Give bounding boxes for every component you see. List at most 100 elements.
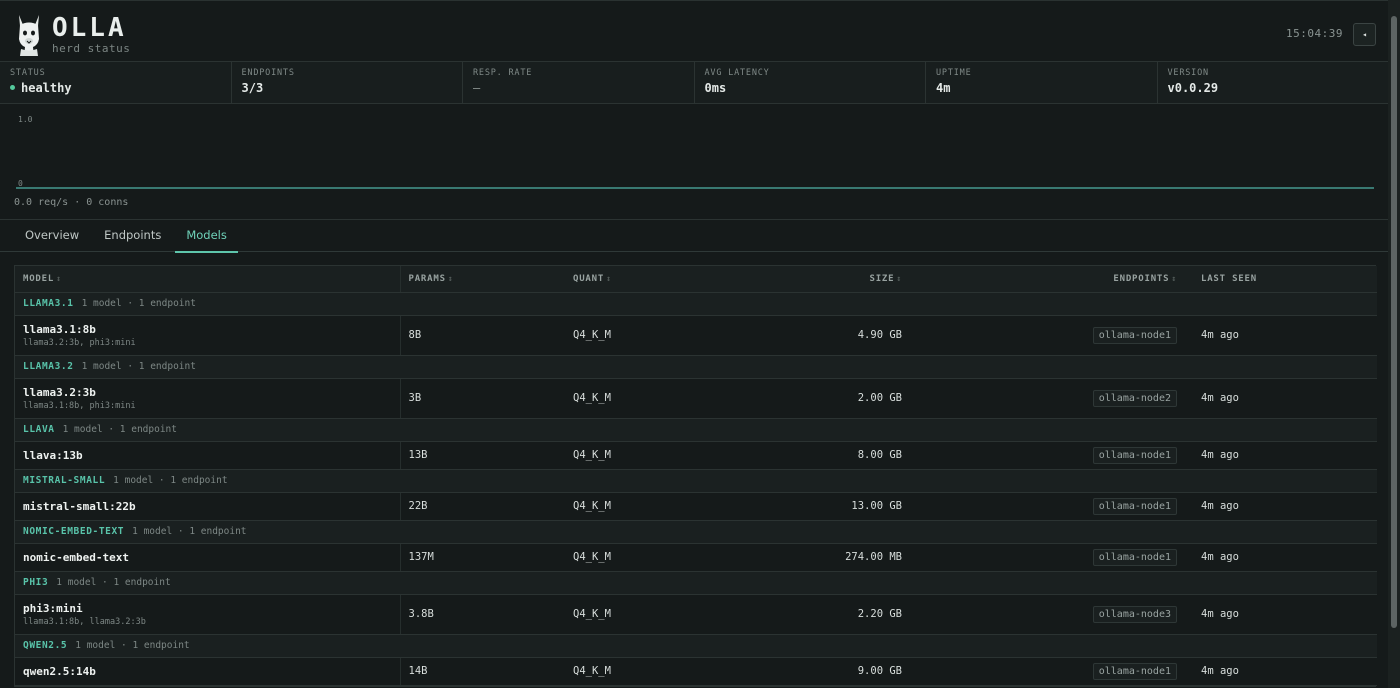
vertical-scrollbar[interactable]: [1388, 0, 1400, 688]
column-header-params[interactable]: PARAMS ↕: [400, 266, 565, 293]
stats-bar: STATUS healthy ENDPOINTS 3/3 RESP. RATE …: [0, 62, 1388, 104]
app-title: OLLA: [52, 13, 127, 43]
brand: OLLA herd status: [52, 13, 130, 55]
stat-value: v0.0.29: [1167, 81, 1219, 95]
endpoints-cell: ollama-node1: [910, 315, 1185, 356]
size-cell: 9.00 GB: [765, 657, 910, 686]
last-seen-cell: 4m ago: [1185, 441, 1377, 470]
column-header-model[interactable]: MODEL ↕: [15, 266, 401, 293]
endpoints-cell: ollama-node1: [910, 657, 1185, 686]
column-header-size[interactable]: SIZE ↕: [765, 266, 910, 293]
model-group-row[interactable]: PHI3 1 model · 1 endpoint: [15, 571, 1377, 595]
collapse-button[interactable]: ◂: [1353, 23, 1376, 46]
endpoint-badge[interactable]: ollama-node2: [1092, 389, 1177, 407]
stat-uptime: UPTIME 4m: [926, 62, 1158, 103]
params-cell: 8B: [400, 315, 565, 356]
model-group-cell: PHI3 1 model · 1 endpoint: [15, 571, 1377, 595]
llama-logo-icon: [19, 15, 39, 56]
stat-status: STATUS healthy: [0, 62, 232, 103]
model-group-row[interactable]: LLAMA3.2 1 model · 1 endpoint: [15, 355, 1377, 379]
endpoints-cell: ollama-node1: [910, 492, 1185, 521]
stat-value: 4m: [936, 81, 951, 95]
stat-label: AVG LATENCY: [704, 68, 770, 78]
model-group-cell: QWEN2.5 1 model · 1 endpoint: [15, 634, 1377, 658]
traffic-chart-panel: 1.0 0 0.0 req/s · 0 conns: [0, 104, 1388, 220]
app-subtitle: herd status: [52, 42, 131, 55]
stat-endpoints: ENDPOINTS 3/3: [232, 62, 463, 103]
model-group-row[interactable]: NOMIC-EMBED-TEXT 1 model · 1 endpoint: [15, 520, 1377, 544]
quant-cell: Q4_K_M: [565, 378, 765, 419]
y-tick-label-top: 1.0: [18, 115, 33, 124]
endpoint-badge[interactable]: ollama-node1: [1092, 497, 1177, 515]
model-cell: phi3:mini llama3.1:8b, llama3.2:3b: [15, 594, 401, 635]
quant-cell: Q4_K_M: [565, 441, 765, 470]
params-cell: 137M: [400, 543, 565, 572]
clock: 15:04:39: [1286, 27, 1343, 40]
quant-cell: Q4_K_M: [565, 594, 765, 635]
model-cell: qwen2.5:14b: [15, 657, 401, 686]
model-group-row[interactable]: LLAVA 1 model · 1 endpoint: [15, 418, 1377, 442]
endpoints-cell: ollama-node1: [910, 441, 1185, 470]
model-group-row[interactable]: MISTRAL-SMALL 1 model · 1 endpoint: [15, 469, 1377, 493]
quant-cell: Q4_K_M: [565, 315, 765, 356]
stat-label: ENDPOINTS: [241, 68, 295, 78]
tab-endpoints[interactable]: Endpoints: [93, 220, 172, 251]
chevron-left-icon: ◂: [1362, 30, 1367, 39]
sort-icon: ↕: [896, 273, 902, 283]
models-table-container: MODEL ↕ PARAMS ↕ QUANT ↕ SIZE ↕ ENDPOINTS ↕ L…: [14, 265, 1377, 687]
size-cell: 2.20 GB: [765, 594, 910, 635]
model-group-name: LLAMA3.2: [23, 361, 74, 372]
last-seen-cell: 4m ago: [1185, 594, 1377, 635]
model-cell: nomic-embed-text: [15, 543, 401, 572]
stat-value: healthy: [10, 79, 221, 97]
endpoint-badge[interactable]: ollama-node1: [1092, 662, 1177, 680]
last-seen-cell: 4m ago: [1185, 543, 1377, 572]
model-row[interactable]: llava:13b 13B Q4_K_M 8.00 GB ollama-node1 4m …: [15, 441, 1377, 470]
last-seen-cell: 4m ago: [1185, 492, 1377, 521]
column-header-last-seen[interactable]: LAST SEEN: [1185, 266, 1377, 293]
endpoint-badge[interactable]: ollama-node1: [1092, 326, 1177, 344]
size-cell: 4.90 GB: [765, 315, 910, 356]
model-cell: llava:13b: [15, 441, 401, 470]
model-group-meta: 1 model · 1 endpoint: [132, 526, 247, 537]
model-row[interactable]: phi3:mini llama3.1:8b, llama3.2:3b 3.8B Q4_…: [15, 594, 1377, 635]
model-group-row[interactable]: QWEN2.5 1 model · 1 endpoint: [15, 634, 1377, 658]
model-row[interactable]: nomic-embed-text 137M Q4_K_M 274.00 MB ollam…: [15, 543, 1377, 572]
quant-cell: Q4_K_M: [565, 657, 765, 686]
column-header-endpoints[interactable]: ENDPOINTS ↕: [910, 266, 1185, 293]
model-group-meta: 1 model · 1 endpoint: [81, 298, 196, 309]
scrollbar-thumb[interactable]: [1391, 16, 1397, 628]
tab-bar: Overview Endpoints Models: [0, 220, 1388, 253]
column-header-quant[interactable]: QUANT ↕: [565, 266, 765, 293]
traffic-chart: 1.0 0: [16, 115, 1374, 189]
endpoint-badge[interactable]: ollama-node3: [1092, 605, 1177, 623]
size-cell: 13.00 GB: [765, 492, 910, 521]
model-name: nomic-embed-text: [23, 550, 129, 564]
model-row[interactable]: llama3.1:8b llama3.2:3b, phi3:mini 8B Q4_K_…: [15, 315, 1377, 356]
model-row[interactable]: qwen2.5:14b 14B Q4_K_M 9.00 GB ollama-node1 4…: [15, 657, 1377, 686]
stat-value: 3/3: [241, 81, 264, 95]
stat-resp-rate: RESP. RATE —: [463, 62, 695, 103]
endpoint-badge[interactable]: ollama-node1: [1092, 548, 1177, 566]
model-group-row[interactable]: LLAMA3.1 1 model · 1 endpoint: [15, 292, 1377, 316]
stat-version: VERSION v0.0.29: [1158, 62, 1389, 103]
endpoint-badge[interactable]: ollama-node1: [1092, 446, 1177, 464]
model-row[interactable]: mistral-small:22b 22B Q4_K_M 13.00 GB ollama…: [15, 492, 1377, 521]
model-group-name: MISTRAL-SMALL: [23, 475, 106, 486]
stat-label: RESP. RATE: [473, 68, 533, 78]
model-name: phi3:mini: [23, 601, 83, 615]
params-cell: 3.8B: [400, 594, 565, 635]
status-dot-icon: [10, 85, 15, 90]
stat-label: VERSION: [1167, 68, 1209, 78]
tab-models[interactable]: Models: [175, 220, 238, 253]
header: OLLA herd status 15:04:39 ◂: [0, 1, 1388, 62]
last-seen-cell: 4m ago: [1185, 315, 1377, 356]
endpoints-cell: ollama-node3: [910, 594, 1185, 635]
model-cell: llama3.1:8b llama3.2:3b, phi3:mini: [15, 315, 401, 356]
model-cell: llama3.2:3b llama3.1:8b, phi3:mini: [15, 378, 401, 419]
model-group-meta: 1 model · 1 endpoint: [113, 475, 228, 486]
model-group-meta: 1 model · 1 endpoint: [75, 640, 190, 651]
tab-overview[interactable]: Overview: [14, 220, 90, 251]
model-name: llama3.2:3b: [23, 385, 96, 399]
model-row[interactable]: llama3.2:3b llama3.1:8b, phi3:mini 3B Q4_K_…: [15, 378, 1377, 419]
